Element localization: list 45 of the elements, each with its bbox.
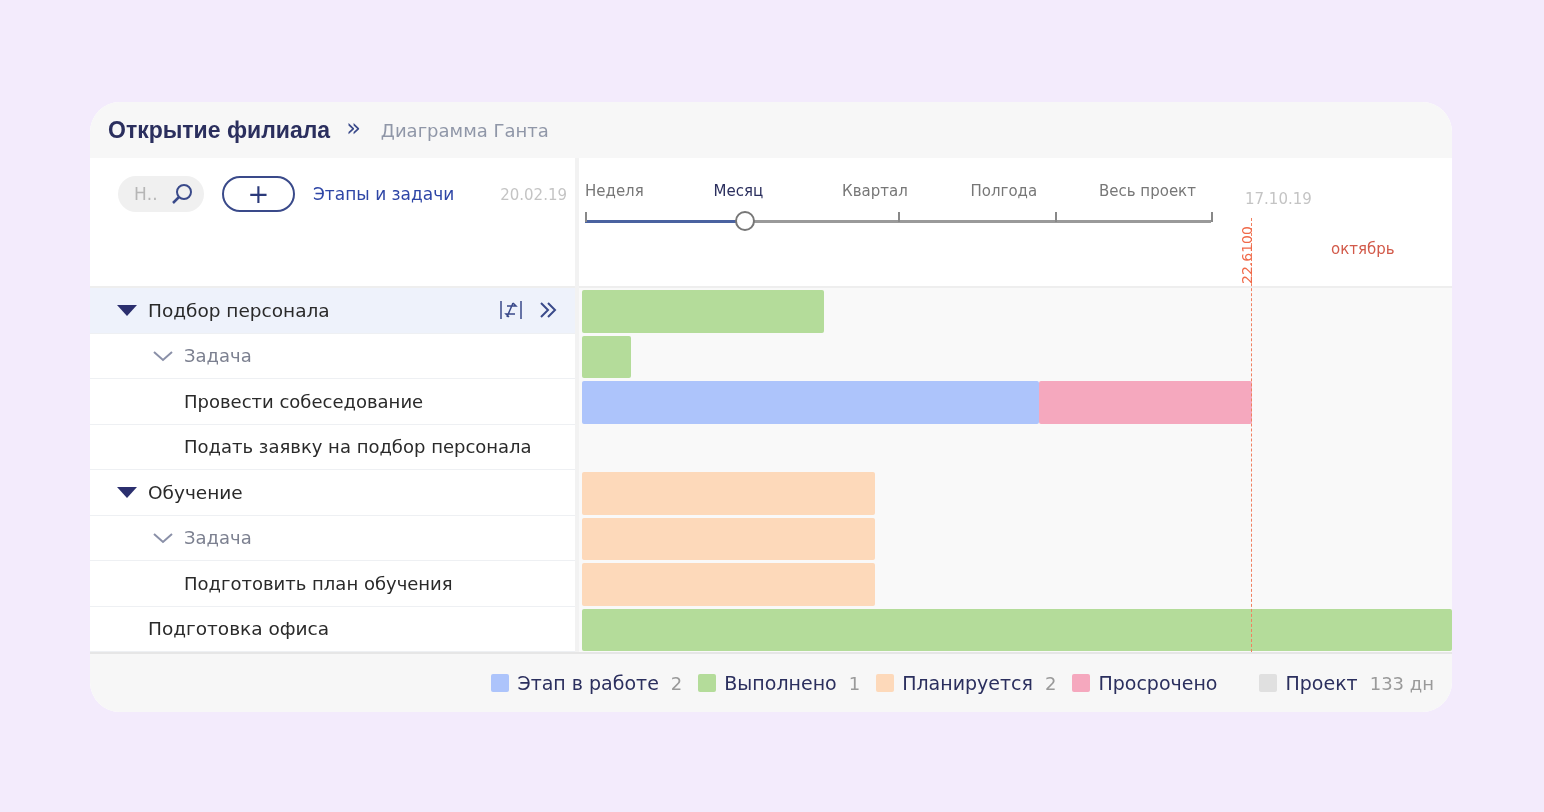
legend-label: Проект bbox=[1285, 672, 1358, 694]
legend-label: Просрочено bbox=[1098, 672, 1218, 694]
row-label: Задача bbox=[184, 527, 252, 549]
breadcrumb-separator: » bbox=[346, 114, 361, 142]
row-label: Обучение bbox=[148, 481, 243, 503]
slider-thumb[interactable] bbox=[734, 211, 755, 231]
chevron-icon[interactable] bbox=[152, 530, 174, 545]
scale-option[interactable]: Весь проект bbox=[1099, 182, 1228, 200]
tree-row[interactable]: Подготовить план обучения bbox=[90, 561, 575, 607]
search-field[interactable]: Н.. bbox=[118, 176, 204, 212]
scale-option[interactable]: Неделя bbox=[585, 182, 714, 200]
start-date: 20.02.19 bbox=[500, 186, 568, 204]
scale-option[interactable]: Полгода bbox=[970, 182, 1099, 200]
tree-row[interactable]: Провести собеседование bbox=[90, 379, 575, 425]
tree-row[interactable]: Задача bbox=[90, 333, 575, 379]
tree-row[interactable]: Подать заявку на подбор персонала bbox=[90, 424, 575, 470]
end-date: 17.10.19 bbox=[1245, 190, 1312, 208]
expand-triangle-icon[interactable] bbox=[116, 303, 138, 318]
view-link[interactable]: Этапы и задачи bbox=[313, 184, 455, 204]
today-label: 22.6100 bbox=[1239, 226, 1255, 284]
row-label: Подготовить план обучения bbox=[184, 572, 453, 594]
legend-label: Этап в работе bbox=[517, 672, 659, 694]
legend-count: 2 bbox=[1044, 672, 1057, 694]
row-label: Подбор персонала bbox=[148, 299, 330, 321]
legend-label: Планируется bbox=[902, 672, 1033, 694]
tree-row[interactable]: Задача bbox=[90, 515, 575, 561]
search-icon bbox=[170, 182, 194, 206]
add-button[interactable]: + bbox=[222, 176, 295, 212]
row-label: Подготовка офиса bbox=[148, 618, 330, 640]
row-label: Подать заявку на подбор персонала bbox=[184, 436, 532, 458]
scale-option[interactable]: Квартал bbox=[842, 182, 971, 200]
legend-count: 133 дн bbox=[1369, 672, 1434, 694]
legend-label: Выполнено bbox=[724, 672, 837, 694]
row-label: Задача bbox=[184, 345, 252, 367]
expand-triangle-icon[interactable] bbox=[116, 485, 138, 500]
chevron-icon[interactable] bbox=[152, 348, 174, 363]
row-label: Провести собеседование bbox=[184, 390, 424, 412]
project-title: Открытие филиала bbox=[108, 116, 331, 144]
month-label: октябрь bbox=[1331, 240, 1395, 258]
tree-row[interactable]: Подбор персонала bbox=[90, 288, 575, 334]
scale-option[interactable]: Месяц bbox=[713, 182, 842, 200]
legend-count: 2 bbox=[670, 672, 683, 694]
page-title: Диаграмма Ганта bbox=[380, 119, 549, 141]
legend-count: 1 bbox=[848, 672, 861, 694]
tree-row[interactable]: Обучение bbox=[90, 470, 575, 516]
